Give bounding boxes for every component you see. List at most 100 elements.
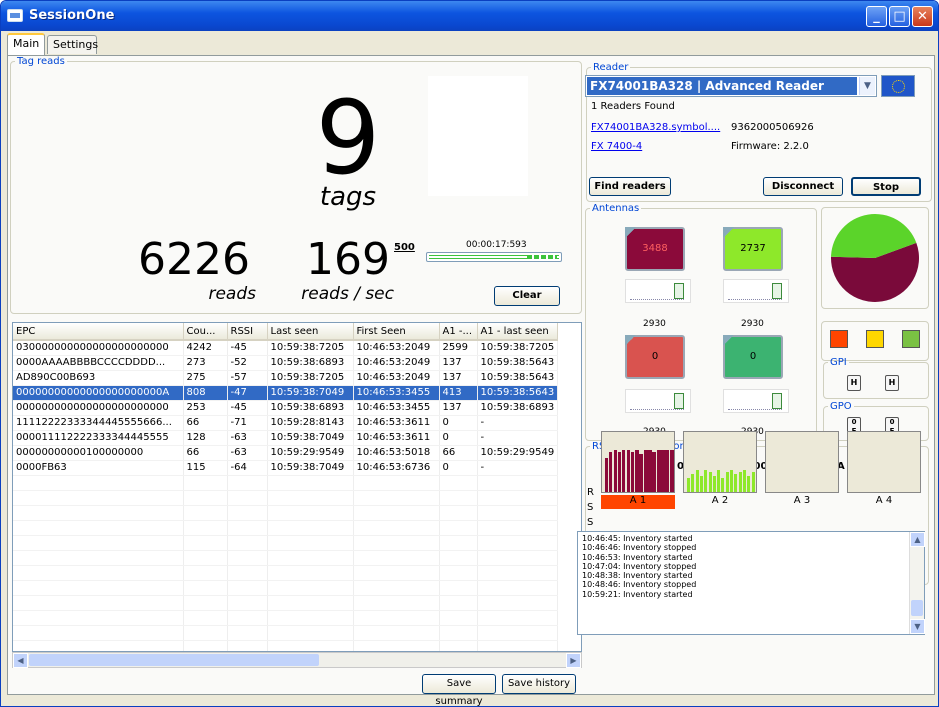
empty-row xyxy=(13,565,558,581)
rssi-zone-label: A 1 xyxy=(601,495,675,509)
table-cell: 10:46:53:6736 xyxy=(353,460,440,476)
antenna-4-power-slider[interactable] xyxy=(723,389,789,413)
empty-row xyxy=(13,535,558,551)
empty-row xyxy=(13,550,558,566)
empty-row xyxy=(13,505,558,521)
table-row[interactable]: 030000000000000000000000 4242 -45 10:59:38:… xyxy=(13,340,558,356)
table-row[interactable]: 1111222233334444555566​6... 66 -71 10:59:28… xyxy=(13,415,558,431)
reader-select-value: FX74001BA328 | Advanced Reader xyxy=(587,77,857,95)
column-header[interactable]: RSSI xyxy=(227,323,268,341)
find-readers-button[interactable]: Find readers xyxy=(589,177,671,196)
table-cell: 10:59:38:7205 xyxy=(267,340,354,356)
reader-model-link[interactable]: FX 7400-4 xyxy=(591,141,642,152)
table-cell: 000000000000000000000000 xyxy=(13,400,184,416)
tag-grid[interactable]: EPC Cou... RSSI Last seen First Seen A1 -... A… xyxy=(12,322,582,652)
maximize-button[interactable]: □ xyxy=(889,6,910,27)
clear-button[interactable]: Clear xyxy=(494,286,560,306)
rssi-bar xyxy=(687,478,690,492)
column-header[interactable]: Last seen xyxy=(267,323,354,341)
indicator-green xyxy=(902,330,920,348)
table-row[interactable]: 000011112222333344445555 128 -63 10:59:38:7… xyxy=(13,430,558,446)
empty-row xyxy=(13,640,558,651)
column-header[interactable]: EPC xyxy=(13,323,184,341)
column-header[interactable]: First Seen xyxy=(353,323,440,341)
antenna-2-count: 2737 xyxy=(740,243,766,254)
table-row[interactable]: 00000000000000000000000A 808 -47 10:59:38:7… xyxy=(13,385,558,401)
antenna-1-tile[interactable]: 3488 xyxy=(625,227,685,271)
table-row[interactable]: 00000000000100000000 66 -63 10:59:29:9549 10… xyxy=(13,445,558,461)
log-scroll-thumb[interactable] xyxy=(911,600,923,616)
indicator-panel xyxy=(821,321,929,361)
scroll-right-icon[interactable]: ▶ xyxy=(566,653,581,668)
scroll-left-icon[interactable]: ◀ xyxy=(13,653,28,668)
antenna-4-tile[interactable]: 0 xyxy=(723,335,783,379)
chevron-down-icon[interactable]: ▼ xyxy=(859,77,875,95)
table-cell: AD890C00B693 xyxy=(13,370,184,386)
title-bar[interactable]: SessionOne _ □ ✕ xyxy=(1,1,938,31)
table-cell: 10:59:38:7049 xyxy=(267,460,354,476)
antenna-2-tile[interactable]: 2737 xyxy=(723,227,783,271)
rssi-zone-3[interactable] xyxy=(765,431,839,493)
rssi-zone-label: A 4 xyxy=(875,495,893,506)
table-cell: -63 xyxy=(227,445,268,461)
stop-button[interactable]: Stop xyxy=(851,177,921,196)
rssi-bar xyxy=(742,470,746,492)
rssi-axis-letter: R xyxy=(587,487,594,498)
rssi-bar xyxy=(622,450,626,492)
disconnect-button[interactable]: Disconnect xyxy=(763,177,843,196)
indicator-yellow xyxy=(866,330,884,348)
reader-host-link[interactable]: FX74001BA328.symbol.... xyxy=(591,122,720,133)
table-cell: -45 xyxy=(227,340,268,356)
rssi-bar xyxy=(717,470,721,492)
scroll-thumb[interactable] xyxy=(29,654,319,666)
table-cell: 10:46:53:2049 xyxy=(353,370,440,386)
reader-select[interactable]: FX74001BA328 | Advanced Reader ▼ xyxy=(585,75,877,97)
rssi-zone-label: A 2 xyxy=(711,495,729,506)
table-cell: 10:46:53:3611 xyxy=(353,415,440,431)
antenna-2-power-slider[interactable] xyxy=(723,279,789,303)
column-header[interactable]: Cou... xyxy=(183,323,228,341)
tab-settings[interactable]: Settings xyxy=(47,35,98,54)
log-scrollbar[interactable]: ▲ ▼ xyxy=(909,532,925,634)
antenna-1-power-slider[interactable] xyxy=(625,279,691,303)
horizontal-scrollbar[interactable]: ◀ ▶ xyxy=(12,652,582,668)
antenna-3-power-slider[interactable] xyxy=(625,389,691,413)
table-cell: 413 xyxy=(439,385,478,401)
event-log[interactable]: 10:46:45: Inventory started 10:46:46: Inv… xyxy=(577,531,925,635)
antennas-legend: Antennas xyxy=(592,203,640,214)
table-row[interactable]: 0000AAAABBBBCCCCDDDD... 273 -52 10:59:38:68… xyxy=(13,355,558,371)
table-row[interactable]: AD890C00B693 275 -57 10:59:38:7205 10:46:53:… xyxy=(13,370,558,386)
table-row[interactable]: 0000FB63 115 -64 10:59:38:7049 10:46:53:6736… xyxy=(13,460,558,476)
reader-status-icon[interactable] xyxy=(881,75,915,97)
table-row[interactable]: 000000000000000000000000 253 -45 10:59:38:6… xyxy=(13,400,558,416)
rssi-zone-2[interactable] xyxy=(683,431,757,493)
antenna-3-tile[interactable]: 0 xyxy=(625,335,685,379)
app-icon xyxy=(7,9,23,22)
minimize-button[interactable]: _ xyxy=(866,6,887,27)
rssi-zone-1[interactable] xyxy=(601,431,675,493)
table-cell: 137 xyxy=(439,400,478,416)
rssi-bar xyxy=(613,450,617,492)
elapsed-timer: 00:00:17:593 xyxy=(466,240,527,250)
table-cell: 0000AAAABBBBCCCCDDDD... xyxy=(13,355,184,371)
rssi-zone-4[interactable] xyxy=(847,431,921,493)
scroll-up-icon[interactable]: ▲ xyxy=(910,532,925,547)
blank-area xyxy=(428,76,528,196)
log-lines: 10:46:45: Inventory started 10:46:46: Inv… xyxy=(582,534,920,599)
rssi-bar xyxy=(669,450,674,492)
app-window: SessionOne _ □ ✕ Main Settings Tag reads… xyxy=(0,0,939,707)
save-summary-button[interactable]: Save summary xyxy=(422,674,496,706)
window-title: SessionOne xyxy=(29,8,115,23)
column-header[interactable]: A1 -... xyxy=(439,323,478,341)
column-header[interactable]: A1 - last seen xyxy=(477,323,558,341)
table-cell: 10:59:38:7205 xyxy=(267,370,354,386)
gpi-1-button[interactable]: H xyxy=(847,375,861,391)
rssi-axis-letter: S xyxy=(587,502,594,513)
gpi-2-button[interactable]: H xyxy=(885,375,899,391)
scroll-down-icon[interactable]: ▼ xyxy=(910,619,925,634)
close-button[interactable]: ✕ xyxy=(912,6,933,27)
save-history-button[interactable]: Save history xyxy=(502,674,576,694)
empty-row xyxy=(13,520,558,536)
rssi-bar xyxy=(738,472,742,492)
tab-main[interactable]: Main xyxy=(7,33,45,55)
